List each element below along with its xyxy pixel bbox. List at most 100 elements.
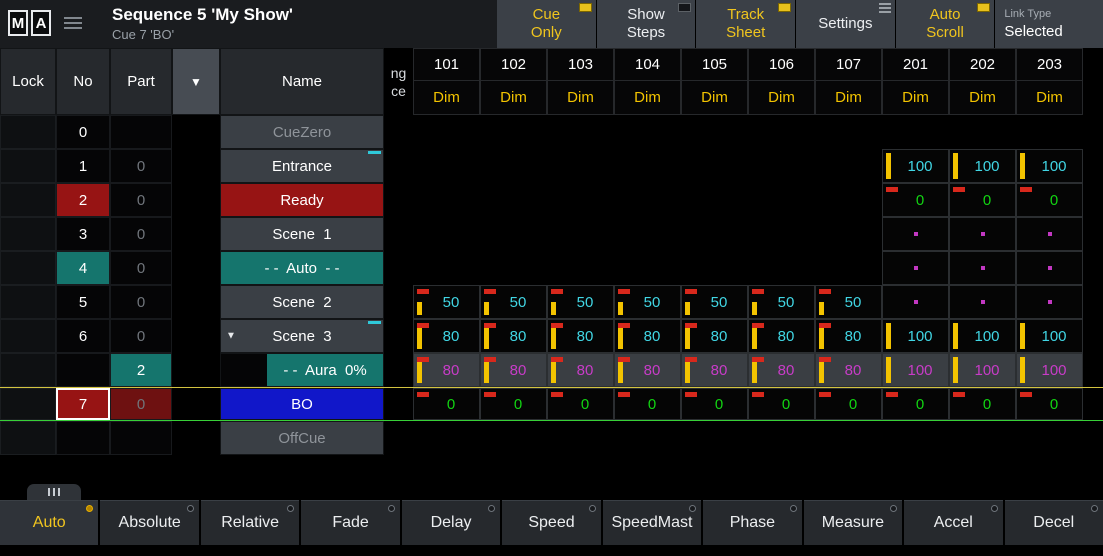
value-cell-202[interactable] (949, 251, 1016, 285)
value-cell-103[interactable] (547, 421, 614, 455)
value-cell-103[interactable] (547, 251, 614, 285)
value-cell-107[interactable] (815, 217, 882, 251)
topbar-button-link-type[interactable]: Link TypeSelected (995, 0, 1103, 48)
value-cell-101[interactable] (413, 115, 480, 149)
value-cell-203[interactable]: 100 (1016, 353, 1083, 387)
cue-name-cell[interactable]: Entrance (220, 149, 384, 183)
fixture-column-header-107[interactable]: 107Dim (815, 48, 882, 115)
topbar-button-cue[interactable]: CueOnly (497, 0, 596, 48)
tab-auto[interactable]: Auto (0, 500, 98, 545)
value-cell-201[interactable]: 100 (882, 353, 949, 387)
value-cell-101[interactable] (413, 421, 480, 455)
value-cell-107[interactable] (815, 183, 882, 217)
value-cell-201[interactable]: 100 (882, 149, 949, 183)
tab-accel[interactable]: Accel (904, 500, 1002, 545)
lock-cell[interactable] (0, 388, 56, 420)
value-cell-107[interactable] (815, 115, 882, 149)
name-column-header[interactable]: Name (220, 48, 384, 115)
cue-row-auto[interactable]: 40- - Auto - - (0, 251, 1103, 285)
value-cell-203[interactable]: 100 (1016, 319, 1083, 353)
cue-row-entrance[interactable]: 10Entrance100100100 (0, 149, 1103, 183)
cue-name-cell[interactable]: OffCue (220, 421, 384, 455)
value-cell-102[interactable]: 50 (480, 285, 547, 319)
cue-name-cell[interactable]: Scene 2 (220, 285, 384, 319)
value-cell-105[interactable] (681, 115, 748, 149)
value-cell-201[interactable]: 100 (882, 319, 949, 353)
value-cell-105[interactable]: 0 (681, 388, 748, 420)
value-cell-102[interactable] (480, 149, 547, 183)
value-cell-106[interactable] (748, 251, 815, 285)
value-cell-203[interactable]: 0 (1016, 183, 1083, 217)
value-cell-201[interactable]: 0 (882, 183, 949, 217)
cue-row-scene-1[interactable]: 30Scene 1 (0, 217, 1103, 251)
value-cell-101[interactable] (413, 251, 480, 285)
fixture-column-header-106[interactable]: 106Dim (748, 48, 815, 115)
cue-row-ready[interactable]: 20Ready000 (0, 183, 1103, 217)
value-cell-104[interactable]: 0 (614, 388, 681, 420)
value-cell-107[interactable] (815, 421, 882, 455)
value-cell-101[interactable] (413, 183, 480, 217)
lock-cell[interactable] (0, 353, 56, 387)
value-cell-104[interactable] (614, 115, 681, 149)
value-cell-201[interactable] (882, 285, 949, 319)
cue-part-cell[interactable]: 2 (110, 353, 172, 387)
value-cell-203[interactable] (1016, 251, 1083, 285)
value-cell-106[interactable] (748, 183, 815, 217)
tab-speedmast[interactable]: SpeedMast (603, 500, 701, 545)
ma-logo[interactable]: M A (8, 10, 51, 36)
lock-cell[interactable] (0, 149, 56, 183)
value-cell-103[interactable] (547, 183, 614, 217)
topbar-button-show[interactable]: ShowSteps (597, 0, 696, 48)
value-cell-202[interactable]: 100 (949, 319, 1016, 353)
value-cell-203[interactable]: 100 (1016, 149, 1083, 183)
cue-number-cell[interactable]: 4 (56, 251, 110, 285)
value-cell-201[interactable] (882, 217, 949, 251)
cue-part-cell[interactable]: 0 (110, 217, 172, 251)
value-cell-107[interactable] (815, 251, 882, 285)
value-cell-103[interactable]: 50 (547, 285, 614, 319)
cue-part-cell[interactable]: 0 (110, 149, 172, 183)
tab-speed[interactable]: Speed (502, 500, 600, 545)
cue-number-cell[interactable] (56, 353, 110, 387)
fixture-column-header-102[interactable]: 102Dim (480, 48, 547, 115)
value-cell-203[interactable] (1016, 115, 1083, 149)
cue-part-cell[interactable]: 0 (110, 388, 172, 420)
fixture-column-header-201[interactable]: 201Dim (882, 48, 949, 115)
cue-number-cell[interactable]: 0 (56, 115, 110, 149)
value-cell-105[interactable]: 80 (681, 353, 748, 387)
value-cell-101[interactable]: 80 (413, 319, 480, 353)
cue-row-scene-2[interactable]: 50Scene 250505050505050 (0, 285, 1103, 319)
panel-resize-handle[interactable] (27, 484, 81, 500)
value-cell-103[interactable]: 0 (547, 388, 614, 420)
value-cell-101[interactable] (413, 149, 480, 183)
value-cell-202[interactable]: 100 (949, 149, 1016, 183)
value-cell-201[interactable] (882, 251, 949, 285)
value-cell-107[interactable]: 50 (815, 285, 882, 319)
cue-number-cell[interactable]: 6 (56, 319, 110, 353)
value-cell-203[interactable]: 0 (1016, 388, 1083, 420)
lock-cell[interactable] (0, 217, 56, 251)
part-column-header[interactable]: Part (110, 48, 172, 115)
value-cell-203[interactable] (1016, 421, 1083, 455)
value-cell-105[interactable] (681, 217, 748, 251)
fixture-column-header-202[interactable]: 202Dim (949, 48, 1016, 115)
collapse-arrow-icon[interactable]: ▼ (226, 331, 236, 342)
tab-measure[interactable]: Measure (804, 500, 902, 545)
cue-part-cell[interactable] (110, 115, 172, 149)
fixture-column-header-105[interactable]: 105Dim (681, 48, 748, 115)
lock-column-header[interactable]: Lock (0, 48, 56, 115)
tab-delay[interactable]: Delay (402, 500, 500, 545)
value-cell-102[interactable] (480, 421, 547, 455)
value-cell-106[interactable] (748, 217, 815, 251)
value-cell-102[interactable]: 80 (480, 353, 547, 387)
fixture-column-header-104[interactable]: 104Dim (614, 48, 681, 115)
value-cell-102[interactable] (480, 251, 547, 285)
topbar-button-settings[interactable]: Settings (796, 0, 895, 48)
menu-icon[interactable] (64, 17, 82, 29)
value-cell-104[interactable] (614, 217, 681, 251)
value-cell-202[interactable] (949, 285, 1016, 319)
value-cell-107[interactable]: 0 (815, 388, 882, 420)
cue-row-bo[interactable]: 70BO0000000000 (0, 387, 1103, 421)
value-cell-103[interactable] (547, 217, 614, 251)
lock-cell[interactable] (0, 285, 56, 319)
